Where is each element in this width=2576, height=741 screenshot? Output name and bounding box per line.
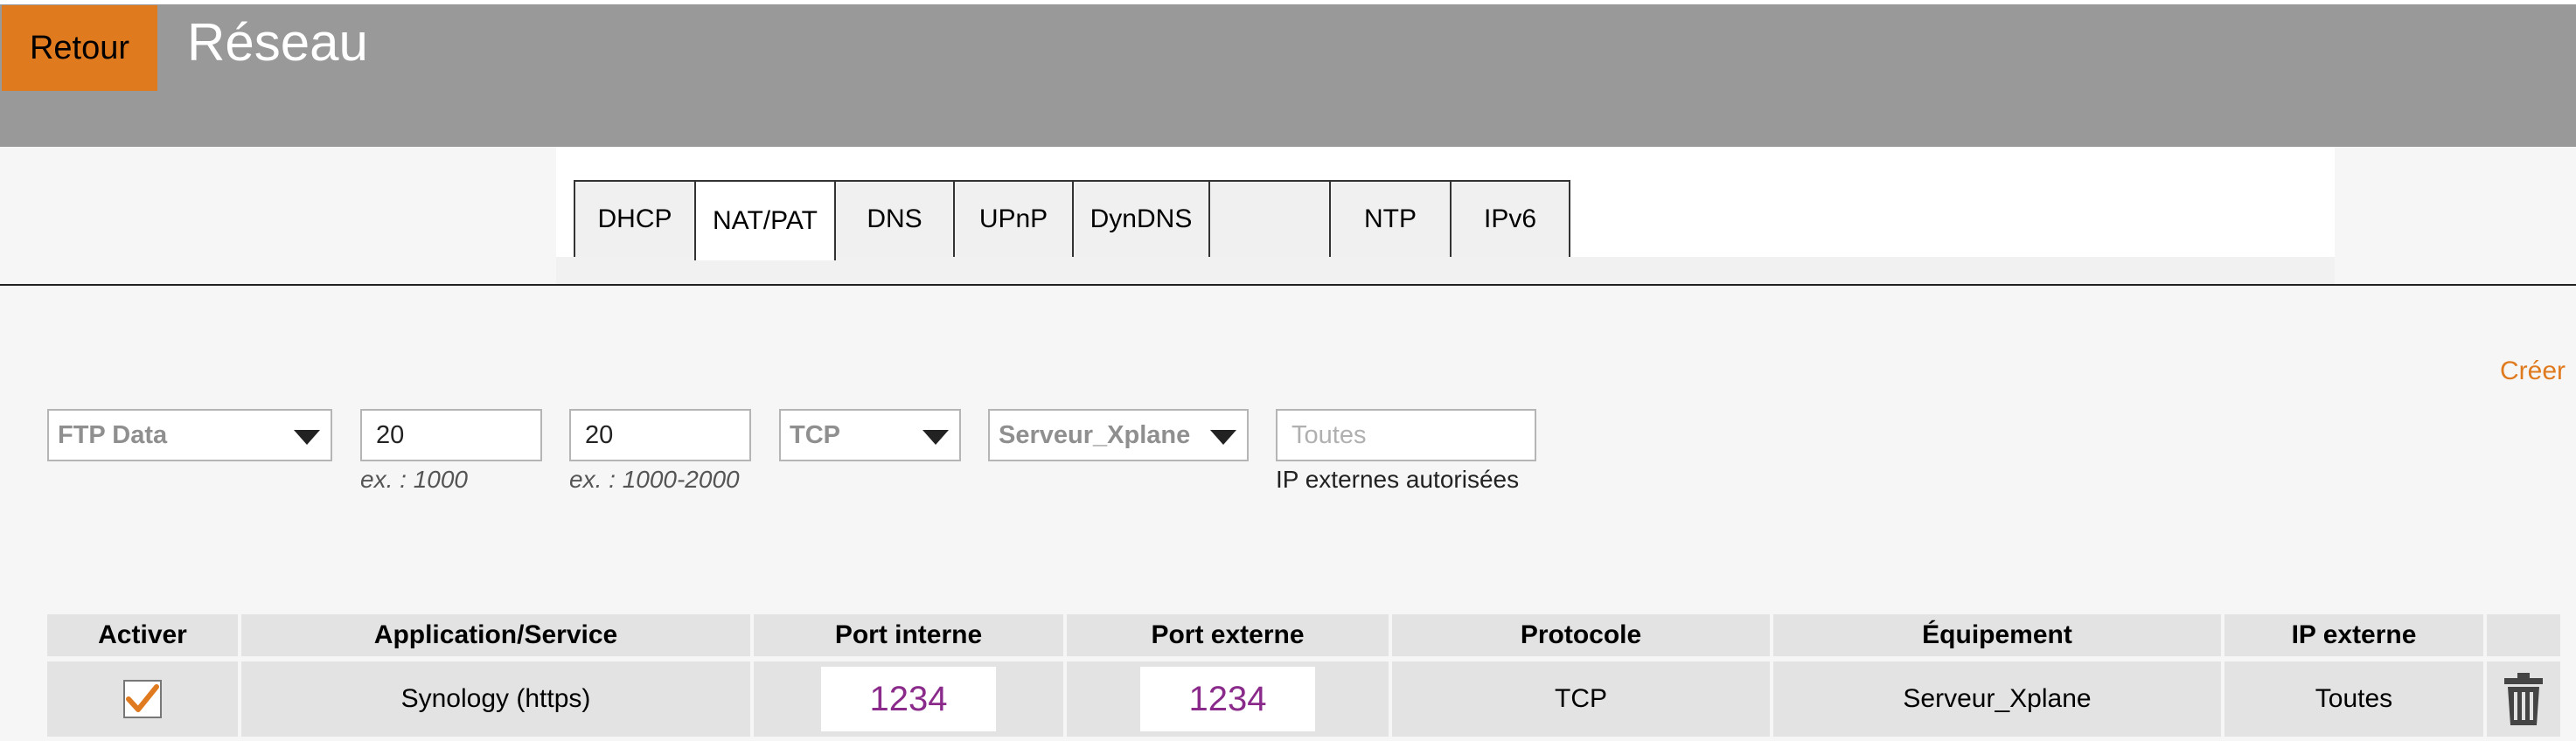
header-top-strip xyxy=(0,0,2576,4)
application-select[interactable]: FTP Data xyxy=(47,409,332,461)
internal-port-value[interactable]: 1234 xyxy=(821,667,996,731)
checkmark-icon xyxy=(126,684,159,712)
device-cell: Serveur_Xplane xyxy=(1773,661,2221,737)
back-button[interactable]: Retour xyxy=(2,5,157,91)
external-port-cell: 1234 xyxy=(1067,661,1389,737)
external-ip-cell: Toutes xyxy=(2224,661,2483,737)
tab-ntp[interactable]: NTP xyxy=(1329,180,1452,257)
tab-dyndns[interactable]: DynDNS xyxy=(1072,180,1210,257)
section-divider xyxy=(0,284,2576,286)
external-port-hint: ex. : 1000-2000 xyxy=(569,466,740,493)
create-link[interactable]: Créer xyxy=(2500,357,2566,386)
column-header-ip-externe: IP externe xyxy=(2224,614,2483,656)
protocol-select-value: TCP xyxy=(790,420,840,449)
internal-port-cell: 1234 xyxy=(754,661,1063,737)
tabs-panel-footer xyxy=(556,257,2335,285)
external-port-input[interactable]: 20 xyxy=(569,409,751,461)
internal-port-hint: ex. : 1000 xyxy=(360,466,468,493)
column-header-application: Application/Service xyxy=(241,614,750,656)
application-cell: Synology (https) xyxy=(241,661,750,737)
top-header xyxy=(0,0,2576,147)
column-header-port-externe: Port externe xyxy=(1067,614,1389,656)
enable-cell xyxy=(47,661,238,737)
table-header: Activer Application/Service Port interne… xyxy=(47,614,2566,656)
column-header-activer: Activer xyxy=(47,614,238,656)
column-header-equipement: Équipement xyxy=(1773,614,2221,656)
external-ip-input[interactable]: Toutes xyxy=(1276,409,1536,461)
protocol-cell: TCP xyxy=(1392,661,1770,737)
tab-ipv6[interactable]: IPv6 xyxy=(1450,180,1570,257)
tab-hidden[interactable] xyxy=(1208,180,1331,257)
column-header-port-interne: Port interne xyxy=(754,614,1063,656)
column-header-actions xyxy=(2487,614,2560,656)
page-title: Réseau xyxy=(187,13,368,72)
tab-upnp[interactable]: UPnP xyxy=(953,180,1074,257)
external-port-value[interactable]: 1234 xyxy=(1140,667,1315,731)
application-select-value: FTP Data xyxy=(58,420,168,449)
tab-dns[interactable]: DNS xyxy=(834,180,955,257)
chevron-down-icon xyxy=(294,430,320,445)
column-header-protocole: Protocole xyxy=(1392,614,1770,656)
table-row: Synology (https) 1234 1234 TCP Serveur_X… xyxy=(47,661,2566,737)
tab-dhcp[interactable]: DHCP xyxy=(574,180,696,257)
tab-bar: DHCP NAT/PAT DNS UPnP DynDNS NTP IPv6 xyxy=(574,180,1570,260)
internal-port-input[interactable]: 20 xyxy=(360,409,542,461)
device-select-value: Serveur_Xplane xyxy=(999,420,1191,449)
chevron-down-icon xyxy=(1210,430,1236,445)
delete-cell xyxy=(2487,661,2560,737)
protocol-select[interactable]: TCP xyxy=(779,409,961,461)
external-ip-hint: IP externes autorisées xyxy=(1276,466,1520,493)
device-select[interactable]: Serveur_Xplane xyxy=(988,409,1249,461)
enable-checkbox[interactable] xyxy=(123,680,162,718)
tab-nat-pat[interactable]: NAT/PAT xyxy=(694,180,836,260)
trash-icon[interactable] xyxy=(2503,671,2545,727)
chevron-down-icon xyxy=(922,430,949,445)
